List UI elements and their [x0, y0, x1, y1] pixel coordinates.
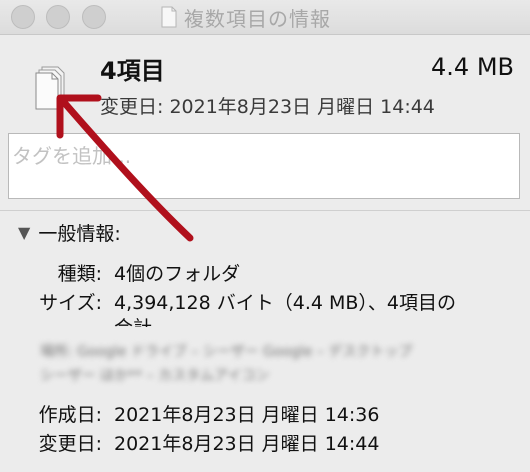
zoom-window-button[interactable]	[82, 5, 106, 29]
created-value: 2021年8月23日 月曜日 14:36	[114, 404, 380, 426]
blurred-line-2: シーザー ほか** – カスタムアイコン	[40, 368, 270, 384]
modified-date-summary: 変更日: 2021年8月23日 月曜日 14:44	[100, 96, 435, 118]
window-title: 複数項目の情報	[184, 6, 331, 31]
item-count: 4項目	[100, 57, 165, 85]
disclosure-triangle-icon[interactable]: ▼	[18, 223, 30, 242]
kind-label: 種類:	[57, 263, 102, 285]
document-icon	[161, 6, 177, 28]
general-section-label: 一般情報:	[38, 223, 121, 245]
size-row: サイズ: 4,394,128 バイト（4.4 MB）、4項目の	[0, 288, 530, 314]
kind-value: 4個のフォルダ	[114, 263, 241, 285]
section-divider	[0, 210, 530, 211]
modified-value: 2021年8月23日 月曜日 14:44	[114, 433, 380, 455]
size-row-continued: 合計	[0, 313, 530, 327]
size-label: サイズ:	[39, 292, 102, 314]
general-section-toggle[interactable]: ▼ 一般情報:	[18, 219, 121, 246]
tags-field[interactable]: タグを追加...	[8, 133, 520, 199]
total-size: 4.4 MB	[431, 53, 514, 81]
close-window-button[interactable]	[11, 5, 35, 29]
window-title-group: 複数項目の情報	[160, 4, 331, 31]
blurred-location-text: 場所: Google ドライブ – シーザー Google – デスクトップ シ…	[40, 340, 480, 398]
minimize-window-button[interactable]	[46, 5, 70, 29]
created-label: 作成日:	[38, 404, 102, 426]
multiple-documents-icon	[35, 66, 65, 110]
title-bar: 複数項目の情報	[0, 0, 530, 35]
created-row: 作成日: 2021年8月23日 月曜日 14:36	[0, 400, 530, 426]
size-value: 4,394,128 バイト（4.4 MB）、4項目の	[114, 292, 457, 314]
modified-row: 変更日: 2021年8月23日 月曜日 14:44	[0, 429, 530, 455]
tags-placeholder: タグを追加...	[12, 144, 132, 168]
info-summary: 4項目 4.4 MB 変更日: 2021年8月23日 月曜日 14:44	[0, 35, 530, 125]
blurred-line-1: 場所: Google ドライブ – シーザー Google – デスクトップ	[40, 344, 413, 360]
modified-label: 変更日:	[38, 433, 102, 455]
size-value-continued: 合計	[114, 313, 152, 327]
kind-row: 種類: 4個のフォルダ	[0, 259, 530, 285]
